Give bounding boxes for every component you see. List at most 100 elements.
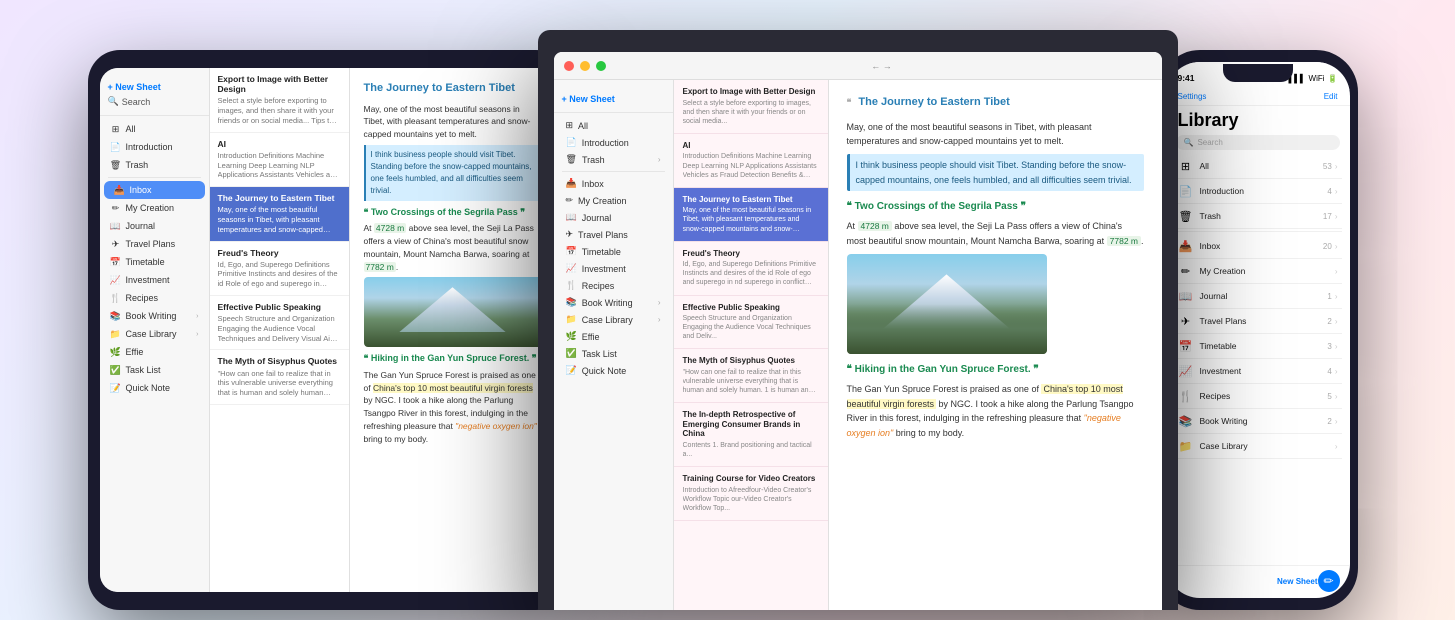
phone-item-caselibrary[interactable]: 📁 Case Library › (1174, 434, 1342, 459)
sidebar-item-inbox[interactable]: 📥 Inbox (104, 181, 205, 199)
laptop-note-tibet[interactable]: The Journey to Eastern Tibet May, one of… (674, 188, 828, 242)
pen-icon2: ✏ (566, 195, 574, 206)
sidebar-item-introduction[interactable]: 📄 Introduction (100, 138, 209, 156)
note-item-ai[interactable]: AI Introduction Definitions Machine Lear… (210, 133, 349, 187)
phone-item-mycreation[interactable]: ✏ My Creation › (1174, 259, 1342, 284)
chevron-right-icon4: › (658, 298, 661, 307)
ipad-new-sheet-button[interactable]: + New Sheet (108, 80, 201, 94)
laptop-sidebar-caselibrary[interactable]: 📁Case Library › (554, 311, 673, 328)
laptop-sidebar-investment[interactable]: 📈Investment (554, 260, 673, 277)
phone-search-bar[interactable]: 🔍 Search (1176, 135, 1340, 150)
sidebar-item-effie[interactable]: 🌿 Effie (100, 343, 209, 361)
plane-icon3: ✈ (1178, 313, 1194, 329)
search-icon: 🔍 (108, 96, 119, 107)
phone-time: 9:41 (1178, 73, 1195, 83)
laptop-new-sheet-btn[interactable]: + New Sheet (562, 92, 665, 106)
laptop-notes-list: Export to Image with Better Design Selec… (674, 80, 829, 610)
altitude1: 4728 m (374, 223, 406, 233)
laptop-note-speaking[interactable]: Effective Public Speaking Speech Structu… (674, 296, 828, 350)
phone-edit-btn[interactable]: Edit (1324, 92, 1338, 101)
ipad-device: + New Sheet 🔍 Search ⊞ All 📄 Introductio… (88, 50, 568, 610)
traffic-light-close[interactable] (564, 61, 574, 71)
effie-icon: 🌿 (110, 346, 122, 358)
book2-icon2: 📚 (566, 297, 577, 308)
sidebar-item-trash[interactable]: 🗑 Trash (100, 156, 209, 174)
laptop-sidebar-quicknote[interactable]: 📝Quick Note (554, 362, 673, 379)
note-icon2: 📄 (566, 137, 577, 148)
quote-close2: ❞ (1021, 201, 1026, 212)
laptop-note-brands[interactable]: The In-depth Retrospective of Emerging C… (674, 403, 828, 467)
laptop-note-freud[interactable]: Freud's Theory Id, Ego, and Superego Def… (674, 242, 828, 296)
sidebar-item-bookwriting[interactable]: 📚 Book Writing › (100, 307, 209, 325)
sidebar-item-journal[interactable]: 📖 Journal (100, 217, 209, 235)
ipad-para2: At 4728 m above sea level, the Seji La P… (364, 222, 542, 273)
laptop-sidebar-all[interactable]: ⊞All (554, 117, 673, 134)
laptop-note-sisyphus[interactable]: The Myth of Sisyphus Quotes "How can one… (674, 349, 828, 403)
sidebar-item-all[interactable]: ⊞ All (100, 120, 209, 138)
phone-item-bookwriting[interactable]: 📚 Book Writing 2 › (1174, 409, 1342, 434)
phone-item-journal[interactable]: 📖 Journal 1 › (1174, 284, 1342, 309)
phone-item-travelplans[interactable]: ✈ Travel Plans 2 › (1174, 309, 1342, 334)
sidebar-item-tasklist[interactable]: ✅ Task List (100, 361, 209, 379)
all-icon: ⊞ (1178, 158, 1194, 174)
laptop-sidebar-travelplans[interactable]: ✈Travel Plans (554, 226, 673, 243)
laptop-note-export[interactable]: Export to Image with Better Design Selec… (674, 80, 828, 134)
traffic-light-maximize[interactable] (596, 61, 606, 71)
laptop-sidebar-journal[interactable]: 📖Journal (554, 209, 673, 226)
chevron-right-icon2: › (196, 331, 198, 338)
phone-new-sheet-btn[interactable]: New Sheet (1277, 577, 1317, 586)
sidebar-item-travelplans[interactable]: ✈ Travel Plans (100, 235, 209, 253)
laptop-sidebar-inbox[interactable]: 📥Inbox (554, 175, 673, 192)
phone-item-recipes[interactable]: 🍴 Recipes 5 › (1174, 384, 1342, 409)
laptop-sidebar-timetable[interactable]: 📅Timetable (554, 243, 673, 260)
laptop-sidebar-trash[interactable]: 🗑Trash › (554, 151, 673, 168)
phone-item-introduction[interactable]: 📄 Introduction 4 › (1174, 179, 1342, 204)
link-text: "negative oxygen ion" (455, 421, 537, 431)
laptop-sidebar-tasklist[interactable]: ✅Task List (554, 345, 673, 362)
laptop-sidebar-mycreation[interactable]: ✏My Creation (554, 192, 673, 209)
note-item-sisyphus[interactable]: The Myth of Sisyphus Quotes "How can one… (210, 350, 349, 404)
ipad-search-row[interactable]: 🔍 Search (108, 94, 201, 109)
sidebar-item-timetable[interactable]: 📅 Timetable (100, 253, 209, 271)
note-item-freud[interactable]: Freud's Theory Id, Ego, and Superego Def… (210, 242, 349, 296)
sidebar-item-caselibrary[interactable]: 📁 Case Library › (100, 325, 209, 343)
phone-item-investment[interactable]: 📈 Investment 4 › (1174, 359, 1342, 384)
phone-compose-btn[interactable]: ✏ (1318, 570, 1340, 592)
phone-header: Settings Edit (1166, 90, 1350, 106)
phone-settings-btn[interactable]: Settings (1178, 92, 1207, 101)
laptop-sidebar-introduction[interactable]: 📄Introduction (554, 134, 673, 151)
sidebar-item-quicknote[interactable]: 📝 Quick Note (100, 379, 209, 397)
ipad-section3: ❝ Hiking in the Gan Yun Spruce Forest. ❞ (364, 352, 542, 366)
phone-item-inbox[interactable]: 📥 Inbox 20 › (1174, 234, 1342, 259)
phone-library-list: ⊞ All 53 › 📄 Introduction 4 (1166, 154, 1350, 565)
laptop-sidebar-bookwriting[interactable]: 📚Book Writing › (554, 294, 673, 311)
wifi-icon: WiFi (1309, 74, 1325, 83)
ipad-note-title: The Journey to Eastern Tibet (364, 80, 542, 97)
laptop-sidebar-effie[interactable]: 🌿Effie (554, 328, 673, 345)
phone-item-trash[interactable]: 🗑 Trash 17 › (1174, 204, 1342, 229)
sidebar-item-investment[interactable]: 📈 Investment (100, 271, 209, 289)
note-item-export[interactable]: Export to Image with Better Design Selec… (210, 68, 349, 133)
laptop-editor[interactable]: ❝ The Journey to Eastern Tibet May, one … (829, 80, 1162, 610)
case-icon3: 📁 (1178, 438, 1194, 454)
altitude-2: 7782 m (1107, 236, 1141, 246)
compose-icon: ✏ (1323, 574, 1333, 588)
laptop-sidebar-recipes[interactable]: 🍴Recipes (554, 277, 673, 294)
laptop-note-video[interactable]: Training Course for Video Creators Intro… (674, 467, 828, 521)
pen-icon3: ✏ (1178, 263, 1194, 279)
note-item-tibet[interactable]: The Journey to Eastern Tibet May, one of… (210, 187, 349, 241)
chevron-right-phone3: › (1335, 212, 1338, 221)
quote-open3: ❝ (847, 364, 852, 375)
chevron-right-icon: › (196, 313, 198, 320)
note-item-speaking[interactable]: Effective Public Speaking Speech Structu… (210, 296, 349, 350)
phone-item-all[interactable]: ⊞ All 53 › (1174, 154, 1342, 179)
phone-item-timetable[interactable]: 📅 Timetable 3 › (1174, 334, 1342, 359)
sidebar-item-recipes[interactable]: 🍴 Recipes (100, 289, 209, 307)
laptop-section2: ❝ Two Crossings of the Segrila Pass ❞ (847, 199, 1144, 215)
chevron-right-phone6: › (1335, 292, 1338, 301)
traffic-light-minimize[interactable] (580, 61, 590, 71)
ipad-editor[interactable]: The Journey to Eastern Tibet May, one of… (350, 68, 556, 592)
trash-icon3: 🗑 (1178, 208, 1194, 224)
sidebar-item-mycreation[interactable]: ✏ My Creation (100, 199, 209, 217)
laptop-note-ai[interactable]: AI Introduction Definitions Machine Lear… (674, 134, 828, 188)
